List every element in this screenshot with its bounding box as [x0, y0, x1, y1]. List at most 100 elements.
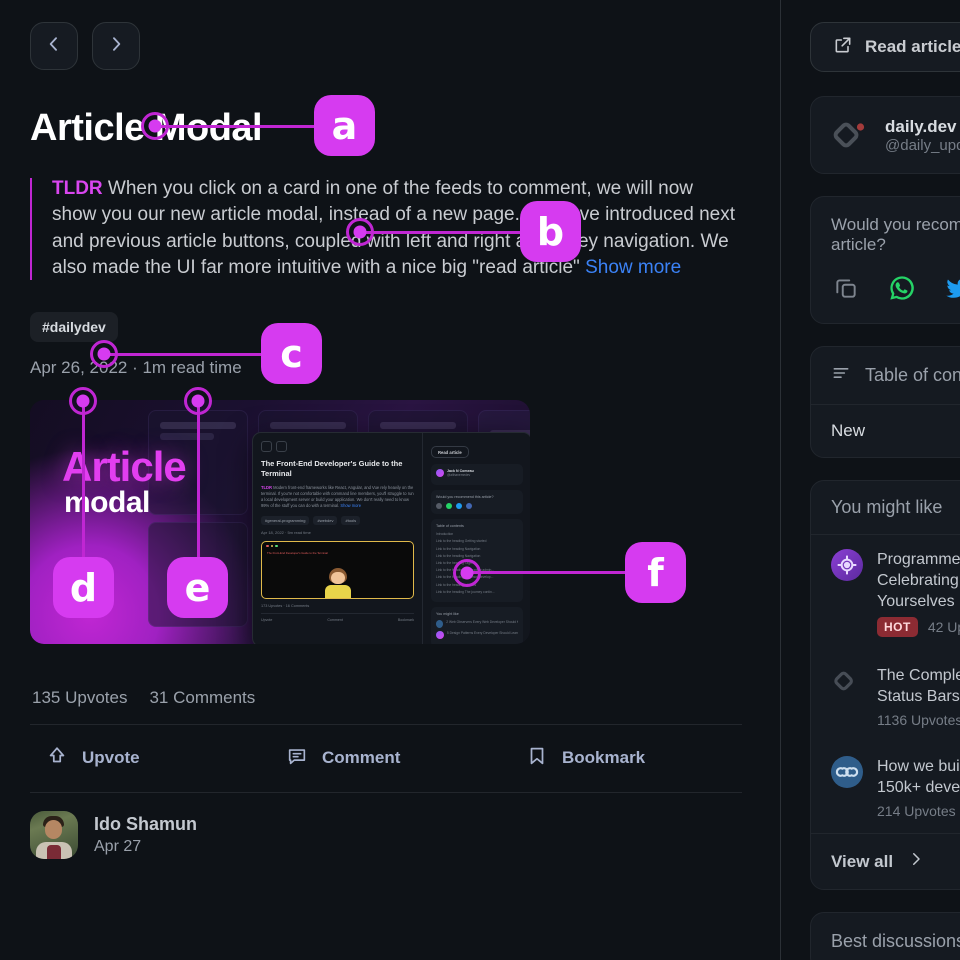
cover-modal-date: Apr 18, 2022 · 5m read time [261, 529, 311, 535]
cover-modal-prev-icon [261, 440, 272, 452]
cover-modal-tag: #general-programming [261, 515, 310, 525]
article-sidebar: Read article daily.dev @daily_up Would y… [781, 0, 960, 960]
list-item-title: The Complete Guide to Status Bars [877, 667, 960, 705]
cover-modal-handle: @althanemedev [447, 473, 471, 478]
cover-modal-toc-item: Link to the heading The journey contin..… [436, 589, 495, 594]
article-meta: Apr 26, 2022 · 1m read time [30, 357, 242, 377]
list-item-meta: 214 Upvotes [877, 803, 956, 819]
infinity-logo-icon [831, 756, 863, 788]
next-article-button[interactable] [92, 22, 140, 70]
whatsapp-icon[interactable] [887, 273, 917, 303]
cover-modal-toc-item: Link to the heading Navigation [436, 553, 481, 558]
comments-count: 31 Comments [149, 687, 256, 707]
tldr-label: TLDR [52, 177, 103, 199]
list-item-meta: 42 Upvotes [927, 619, 960, 635]
cover-modal-toc-item: Introduction [436, 532, 454, 537]
article-cover-image[interactable]: The Front-End Developer's Guide to the T… [30, 399, 530, 644]
best-discussions-title: Best discussions [831, 931, 960, 951]
previous-article-button[interactable] [30, 22, 78, 70]
page-title: Article Modal [30, 107, 263, 149]
author-row[interactable]: Ido Shamun Apr 27 [30, 793, 750, 859]
cover-modal-read-article: Read article [431, 446, 469, 459]
comment-bubble-icon [286, 745, 308, 772]
source-name: daily.dev [885, 116, 957, 136]
cover-modal-tldr: TLDR [261, 485, 272, 491]
cover-modal-showmore: Show more [340, 503, 362, 509]
chevron-right-icon [907, 850, 925, 873]
list-item-title: How we built a community of 150k+ develo… [877, 758, 960, 796]
bookmark-icon [526, 745, 548, 772]
share-question: Would you recommend this article? [831, 215, 960, 254]
twitter-icon[interactable] [943, 273, 960, 303]
article-nav-row [30, 22, 750, 70]
toc-item-new[interactable]: New [811, 405, 960, 457]
read-article-label: Read article [865, 37, 960, 56]
author-name: Ido Shamun [94, 813, 197, 834]
cover-modal-toc-item: Link to the heading of tricks [436, 582, 477, 587]
cover-modal-stats: 173 Upvotes · 16 Comments [261, 603, 310, 608]
cover-modal-toc-item: Link to the heading Getting started [436, 539, 487, 544]
list-item[interactable]: The Complete Guide to Status Bars 1136 U… [811, 651, 960, 742]
cover-modal-title: The Front-End Developer's Guide to the T… [261, 458, 403, 478]
engagement-counts: 135 Upvotes 31 Comments [30, 688, 750, 724]
external-link-icon [833, 35, 853, 60]
cover-modal-toc-title: Table of contents [436, 524, 464, 529]
avatar [30, 810, 78, 859]
cover-headline-primary: Article [62, 442, 187, 490]
upvote-label: Upvote [82, 748, 140, 768]
cover-modal-body: Modern front-end frameworks like React, … [261, 485, 414, 509]
cover-modal-ymlike-title: You might like [436, 611, 459, 616]
read-article-button[interactable]: Read article [810, 22, 960, 72]
action-bar: Upvote Comment Bookmark [30, 725, 742, 792]
cover-modal-action: Upvote [261, 617, 273, 622]
cover-modal-toc-item: Link to the heading Navigation [436, 546, 481, 551]
cover-modal-toc-item: Link to the heading Common develop... [436, 575, 494, 580]
cover-modal-right: Read article Jack N Comeau @althanemedev… [423, 433, 530, 644]
best-discussions-card: Best discussions [810, 912, 960, 960]
list-icon [831, 363, 851, 388]
show-more-link[interactable]: Show more [585, 257, 681, 278]
upvote-button[interactable]: Upvote [30, 745, 262, 772]
toc-title: Table of contents [865, 365, 960, 385]
target-logo-icon [831, 549, 863, 581]
comment-button[interactable]: Comment [262, 745, 502, 772]
list-item-title: Programmers Should Stop Celebrating Inco… [877, 551, 960, 610]
you-might-like-card: You might like Programmers Should Stop C… [810, 480, 960, 890]
list-item[interactable]: Programmers Should Stop Celebrating Inco… [811, 535, 960, 651]
view-all-label: View all [831, 851, 894, 871]
article-main-column: Article Modal TLDR When you click on a c… [0, 0, 780, 960]
view-all-button[interactable]: View all [811, 833, 960, 889]
tag-chip-dailydev[interactable]: #dailydev [30, 311, 118, 342]
dailydev-logo-icon [831, 665, 863, 697]
screenshot-root: Article Modal TLDR When you click on a c… [0, 0, 960, 960]
chevron-left-icon [44, 34, 64, 59]
share-card: Would you recommend this article? [810, 196, 960, 324]
cover-headline-secondary: modal [64, 485, 150, 519]
table-of-contents-card: Table of contents New [810, 346, 960, 458]
list-item-meta: 1136 Upvotes [877, 712, 960, 728]
cover-modal-terminal-text: The Front-End Developer's Guide to the T… [267, 550, 328, 555]
cover-article-modal: The Front-End Developer's Guide to the T… [252, 431, 530, 644]
cover-modal-tag: #webdev [313, 515, 338, 525]
dailydev-logo-icon [831, 115, 871, 155]
article-summary: TLDR When you click on a card in one of … [30, 176, 742, 282]
cover-modal-left: The Front-End Developer's Guide to the T… [253, 432, 423, 644]
cover-modal-tag: #tools [341, 515, 361, 525]
cover-modal-next-icon [276, 440, 287, 452]
cover-modal-share-q: Would you recommend this article? [436, 495, 494, 500]
source-handle: @daily_updates [885, 136, 960, 154]
cover-modal-action: Comment [327, 617, 343, 622]
upvote-arrow-icon [46, 745, 68, 772]
you-might-like-title: You might like [811, 481, 960, 535]
upvotes-count: 135 Upvotes [32, 687, 128, 707]
comment-label: Comment [322, 748, 401, 768]
chevron-right-icon [106, 34, 126, 59]
cover-modal-toc-item: Link to the heading Interrupting admin..… [436, 568, 495, 573]
toc-header[interactable]: Table of contents [811, 347, 960, 405]
bookmark-button[interactable]: Bookmark [502, 745, 742, 772]
copy-link-icon[interactable] [831, 273, 861, 303]
list-item[interactable]: How we built a community of 150k+ develo… [811, 742, 960, 833]
source-card[interactable]: daily.dev @daily_updates [810, 96, 960, 174]
cover-modal-toc-item: Link to the heading Tags [436, 561, 472, 566]
bookmark-label: Bookmark [562, 748, 646, 768]
